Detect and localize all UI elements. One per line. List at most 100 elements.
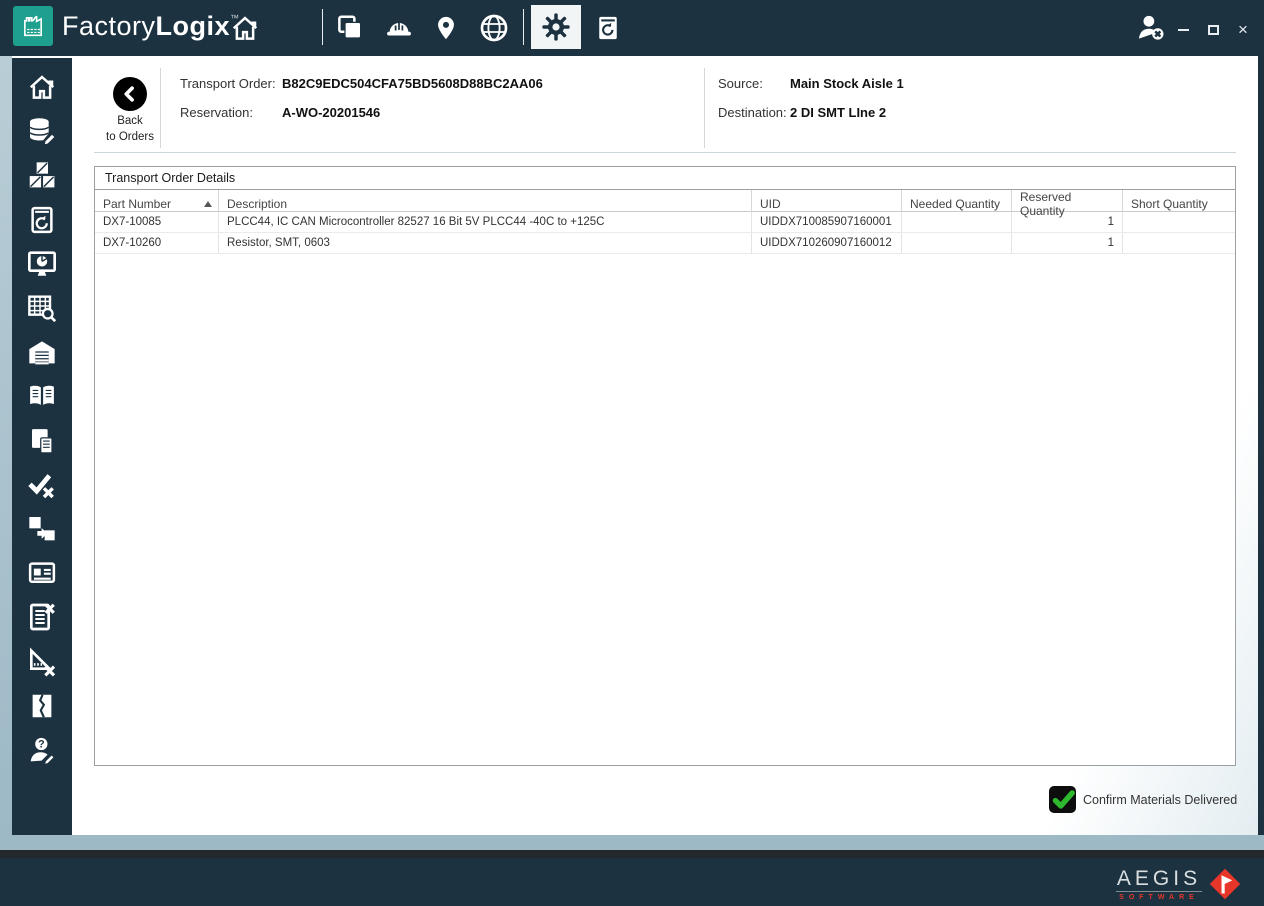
cell-description: PLCC44, IC CAN Microcontroller 82527 16 … [219, 212, 752, 232]
documents-icon [32, 428, 53, 454]
cell-description: Resistor, SMT, 0603 [219, 233, 752, 253]
destination-value: 2 DI SMT LIne 2 [790, 105, 887, 120]
transport-order-value: B82C9EDC504CFA75BD5608D88BC2AA06 [282, 76, 543, 91]
globe-button[interactable] [474, 0, 514, 56]
cell-reserved-quantity: 1 [1012, 212, 1123, 232]
table-row[interactable]: DX7-10260 Resistor, SMT, 0603 UIDDX71026… [95, 233, 1235, 254]
device-history-icon [31, 206, 53, 233]
toolbar-divider [322, 9, 323, 45]
sidebar-item-home[interactable] [12, 65, 72, 109]
sidebar-item-measure-cancel[interactable] [12, 639, 72, 683]
verify-check-icon [28, 473, 54, 499]
device-sync-button[interactable] [588, 0, 628, 56]
sidebar-item-cancel-list[interactable] [12, 595, 72, 639]
footer-bar: AEGIS SOFTWARE [0, 858, 1264, 906]
cell-short-quantity [1123, 212, 1235, 232]
aegis-logo: AEGIS SOFTWARE [1116, 865, 1244, 903]
warehouse-icon [29, 341, 55, 365]
back-button-label: Back to Orders [106, 115, 154, 143]
book-icon [30, 386, 54, 406]
sidebar-item-catalog[interactable] [12, 374, 72, 418]
transport-order-label: Transport Order: [180, 76, 276, 91]
aegis-logo-divider [1116, 890, 1202, 892]
back-to-orders-button[interactable] [113, 77, 147, 111]
hardhat-button[interactable] [378, 0, 420, 56]
window-left-border [0, 56, 12, 835]
dashboard-monitor-icon [28, 251, 56, 276]
confirm-materials-checkbox[interactable] [1049, 786, 1076, 813]
header-divider [704, 68, 705, 148]
gear-icon [542, 13, 570, 41]
cell-reserved-quantity: 1 [1012, 233, 1123, 253]
cell-needed-quantity [902, 233, 1012, 253]
aegis-brand-subtitle: SOFTWARE [1119, 893, 1199, 901]
maximize-button[interactable] [1206, 22, 1220, 38]
id-card-icon [28, 562, 56, 584]
inventory-boxes-icon [29, 162, 55, 188]
location-pin-button[interactable] [428, 0, 464, 56]
toolbar-divider [523, 9, 524, 45]
transfer-boxes-icon [29, 516, 55, 541]
app-title-logix: Logix [155, 11, 231, 41]
factory-logo-icon [13, 6, 53, 46]
app-title: FactoryLogix™ [62, 11, 240, 42]
sidebar-item-warehouse[interactable] [12, 330, 72, 374]
cell-short-quantity [1123, 233, 1235, 253]
window-bottom-strip-dark [0, 850, 1264, 858]
header-divider [160, 68, 161, 148]
sort-ascending-icon [204, 201, 212, 207]
table-title: Transport Order Details [95, 167, 1235, 190]
sidebar-item-labels[interactable] [12, 551, 72, 595]
confirm-materials-label: Confirm Materials Delivered [1083, 793, 1238, 807]
close-button[interactable]: × [1236, 20, 1250, 39]
app-window: FactoryLogix™ × ? Back to Orders Transpo… [0, 0, 1264, 906]
top-bar: FactoryLogix™ × [0, 0, 1264, 56]
aegis-brand-name: AEGIS [1116, 866, 1202, 890]
sidebar-item-materials[interactable] [12, 109, 72, 153]
sidebar-item-verify[interactable] [12, 463, 72, 507]
home-icon [29, 75, 55, 99]
sidebar-item-documents[interactable] [12, 419, 72, 463]
destination-label: Destination: [718, 105, 787, 120]
transport-order-details-table: Transport Order Details Part Number Desc… [94, 166, 1236, 766]
home-button[interactable] [223, 0, 267, 56]
source-value: Main Stock Aisle 1 [790, 76, 904, 91]
sidebar-item-transfer[interactable] [12, 507, 72, 551]
sidebar-item-dashboard[interactable] [12, 242, 72, 286]
table-header-row: Part Number Description UID Needed Quant… [95, 190, 1235, 218]
table-query-icon [28, 295, 57, 323]
sidebar-item-query[interactable] [12, 286, 72, 330]
cell-uid: UIDDX710085907160001 [752, 212, 902, 232]
database-edit-icon [29, 118, 56, 147]
section-divider [94, 152, 1236, 153]
table-row[interactable]: DX7-10085 PLCC44, IC CAN Microcontroller… [95, 212, 1235, 233]
cell-part-number: DX7-10085 [95, 212, 219, 232]
settings-tab-selected[interactable] [531, 5, 581, 49]
layers-button[interactable] [330, 0, 370, 56]
measure-cancel-icon [30, 646, 56, 676]
user-logout-button[interactable] [1130, 0, 1172, 56]
window-right-border [1258, 56, 1264, 850]
split-page-icon [32, 694, 52, 718]
sidebar-item-history[interactable] [12, 198, 72, 242]
sidebar-item-support[interactable]: ? [12, 728, 72, 772]
minimize-button[interactable] [1176, 22, 1190, 38]
cell-part-number: DX7-10260 [95, 233, 219, 253]
sidebar-nav: ? [12, 58, 72, 835]
back-arrow-icon [124, 86, 134, 102]
cell-uid: UIDDX710260907160012 [752, 233, 902, 253]
sidebar-item-split[interactable] [12, 684, 72, 728]
svg-text:?: ? [38, 739, 45, 751]
close-icon: × [1238, 20, 1248, 39]
cell-needed-quantity [902, 212, 1012, 232]
check-icon [1052, 789, 1075, 809]
aegis-diamond-icon [1209, 868, 1241, 900]
sidebar-item-inventory[interactable] [12, 153, 72, 197]
table-empty-area [95, 254, 1235, 765]
support-person-icon: ? [30, 737, 56, 766]
app-title-factory: Factory [62, 11, 156, 41]
minimize-icon [1177, 29, 1189, 31]
main-content: Back to Orders Transport Order: B82C9EDC… [72, 56, 1258, 835]
window-bottom-strip-light [0, 835, 1264, 850]
cancel-list-icon [30, 603, 55, 631]
